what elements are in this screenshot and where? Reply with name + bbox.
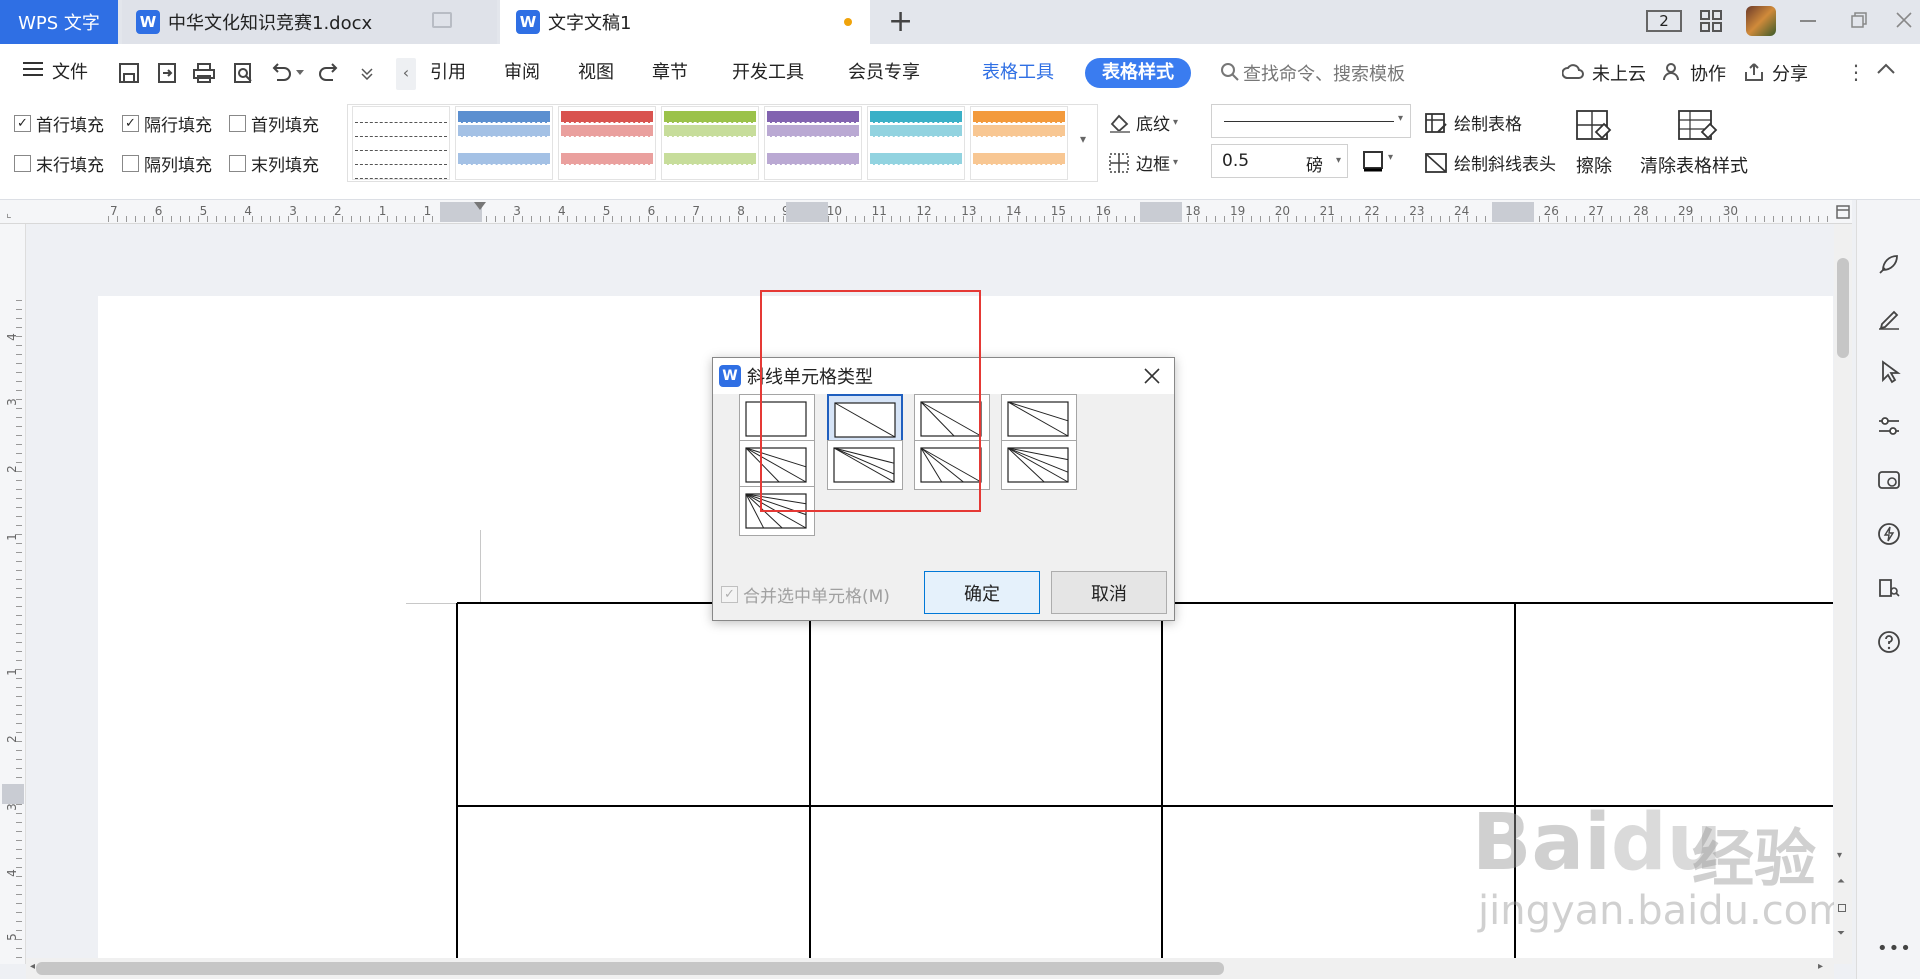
diagonal-type-preview-icon (920, 401, 982, 437)
table-cell[interactable] (811, 604, 1161, 805)
diagonal-type-preview-icon (833, 447, 895, 483)
diagonal-type-option[interactable] (739, 486, 815, 536)
scroll-left-icon[interactable]: ◂ (30, 961, 35, 972)
table-cell[interactable] (458, 604, 809, 805)
watermark-cn: 经验 (1692, 822, 1817, 895)
table-cell[interactable] (1163, 604, 1514, 805)
pen-edit-icon[interactable] (1877, 306, 1901, 330)
diagonal-type-preview-icon (745, 401, 807, 437)
image-tool-icon[interactable] (1877, 468, 1901, 492)
select-browse-object-icon[interactable] (1838, 904, 1846, 912)
cancel-button[interactable]: 取消 (1051, 571, 1167, 614)
dialog-title: 斜线单元格类型 (747, 367, 873, 388)
diagonal-type-option[interactable] (1001, 440, 1077, 490)
more-panes-icon[interactable]: ••• (1877, 938, 1912, 959)
diagonal-type-preview-icon (920, 447, 982, 483)
scroll-right-icon[interactable]: ▸ (1818, 961, 1823, 972)
diagonal-type-preview-icon (1007, 447, 1069, 483)
dialog-close-icon[interactable] (1143, 367, 1161, 385)
next-page-icon[interactable]: ⏷ (1837, 928, 1845, 939)
diagonal-type-option[interactable] (827, 394, 903, 444)
merge-cells-label: 合并选中单元格(M) (743, 587, 890, 607)
cursor-select-icon[interactable] (1879, 360, 1901, 384)
right-task-pane: ••• (1856, 200, 1920, 979)
lightning-icon[interactable] (1877, 522, 1901, 546)
diagonal-type-preview-icon (1007, 401, 1069, 437)
merge-cells-option: ✓ 合并选中单元格(M) (721, 582, 890, 607)
horizontal-scrollbar[interactable]: ◂ ▸ (26, 958, 1834, 979)
horizontal-scrollbar-thumb[interactable] (36, 962, 1224, 975)
diagonal-type-option[interactable] (1001, 394, 1077, 444)
scroll-down-icon[interactable]: ▾ (1837, 850, 1842, 861)
wps-writer-icon: W (719, 365, 741, 387)
diagonal-type-option[interactable] (914, 394, 990, 444)
diagonal-type-option[interactable] (739, 394, 815, 444)
book-search-icon[interactable] (1877, 576, 1901, 600)
help-icon[interactable] (1877, 630, 1901, 654)
diagonal-type-preview-icon (834, 402, 896, 438)
diagonal-type-preview-icon (745, 493, 807, 529)
watermark-brand: Baidu (1472, 798, 1723, 888)
table-cell[interactable] (1516, 604, 1833, 805)
vertical-scrollbar[interactable]: ▾ ⏶ ⏷ (1834, 224, 1852, 964)
prev-page-icon[interactable]: ⏶ (1837, 876, 1845, 887)
rocket-icon[interactable] (1877, 252, 1901, 276)
adjust-sliders-icon[interactable] (1877, 414, 1901, 438)
watermark-url: jingyan.baidu.com (1478, 888, 1848, 934)
dialog-title-bar[interactable]: W 斜线单元格类型 (713, 358, 1174, 394)
ok-button[interactable]: 确定 (924, 571, 1040, 614)
diagonal-type-option[interactable] (914, 440, 990, 490)
ruler-toggle-icon[interactable] (1836, 204, 1850, 219)
diagonal-type-option[interactable] (827, 440, 903, 490)
diagonal-cell-type-dialog: W 斜线单元格类型 ✓ 合并选中单元格(M) 确定 取消 (712, 357, 1175, 621)
checkbox-disabled-checked-icon: ✓ (721, 586, 738, 603)
vertical-scrollbar-thumb[interactable] (1837, 258, 1849, 358)
diagonal-type-preview-icon (745, 447, 807, 483)
diagonal-type-option[interactable] (739, 440, 815, 490)
